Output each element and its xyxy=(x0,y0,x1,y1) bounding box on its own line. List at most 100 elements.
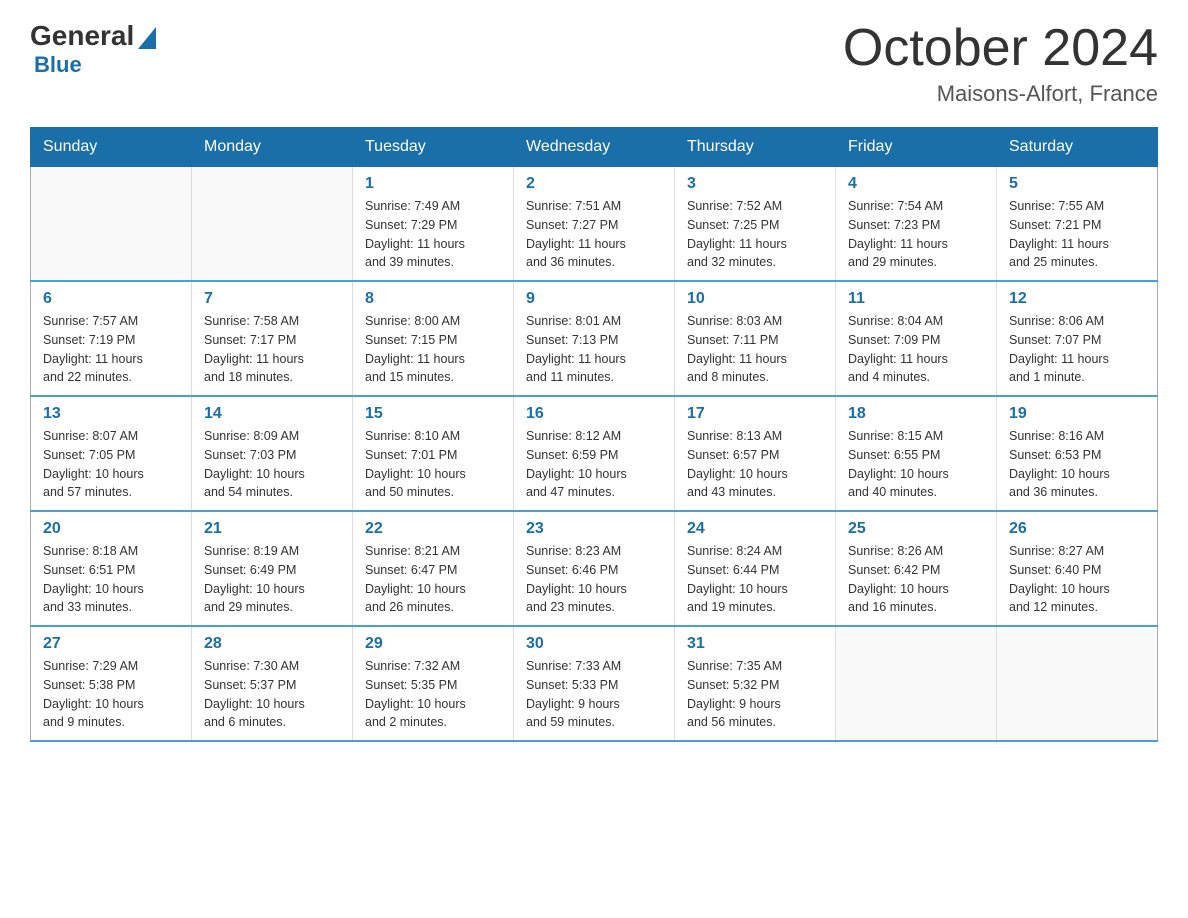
day-number: 29 xyxy=(365,635,501,653)
header-saturday: Saturday xyxy=(997,128,1158,167)
day-number: 25 xyxy=(848,520,984,538)
calendar-cell: 5 Sunrise: 7:55 AMSunset: 7:21 PMDaylight… xyxy=(997,167,1158,282)
weekday-header-row: SundayMondayTuesdayWednesdayThursdayFrid… xyxy=(31,128,1158,167)
calendar-cell: 26 Sunrise: 8:27 AMSunset: 6:40 PMDayligh… xyxy=(997,511,1158,626)
calendar-cell: 13 Sunrise: 8:07 AMSunset: 7:05 PMDayligh… xyxy=(31,396,192,511)
day-info: Sunrise: 8:23 AMSunset: 6:46 PMDaylight:… xyxy=(526,542,662,617)
day-number: 19 xyxy=(1009,405,1145,423)
day-number: 10 xyxy=(687,290,823,308)
calendar-cell: 3 Sunrise: 7:52 AMSunset: 7:25 PMDaylight… xyxy=(675,167,836,282)
calendar-cell: 31 Sunrise: 7:35 AMSunset: 5:32 PMDayligh… xyxy=(675,626,836,741)
week-row-4: 20 Sunrise: 8:18 AMSunset: 6:51 PMDayligh… xyxy=(31,511,1158,626)
header-sunday: Sunday xyxy=(31,128,192,167)
day-info: Sunrise: 8:21 AMSunset: 6:47 PMDaylight:… xyxy=(365,542,501,617)
calendar-cell: 28 Sunrise: 7:30 AMSunset: 5:37 PMDayligh… xyxy=(192,626,353,741)
day-info: Sunrise: 7:32 AMSunset: 5:35 PMDaylight:… xyxy=(365,657,501,732)
calendar-cell: 30 Sunrise: 7:33 AMSunset: 5:33 PMDayligh… xyxy=(514,626,675,741)
calendar-cell: 29 Sunrise: 7:32 AMSunset: 5:35 PMDayligh… xyxy=(353,626,514,741)
location-subtitle: Maisons-Alfort, France xyxy=(843,81,1158,107)
calendar-cell: 1 Sunrise: 7:49 AMSunset: 7:29 PMDaylight… xyxy=(353,167,514,282)
day-info: Sunrise: 8:13 AMSunset: 6:57 PMDaylight:… xyxy=(687,427,823,502)
calendar-cell: 12Sunrise: 8:06 AMSunset: 7:07 PMDayligh… xyxy=(997,281,1158,396)
day-info: Sunrise: 7:54 AMSunset: 7:23 PMDaylight:… xyxy=(848,197,984,272)
calendar-cell: 24 Sunrise: 8:24 AMSunset: 6:44 PMDayligh… xyxy=(675,511,836,626)
day-number: 13 xyxy=(43,405,179,423)
calendar-cell: 4Sunrise: 7:54 AMSunset: 7:23 PMDaylight… xyxy=(836,167,997,282)
header-thursday: Thursday xyxy=(675,128,836,167)
calendar-cell: 11Sunrise: 8:04 AMSunset: 7:09 PMDayligh… xyxy=(836,281,997,396)
calendar-cell xyxy=(192,167,353,282)
calendar-cell: 15 Sunrise: 8:10 AMSunset: 7:01 PMDayligh… xyxy=(353,396,514,511)
calendar-cell: 23 Sunrise: 8:23 AMSunset: 6:46 PMDayligh… xyxy=(514,511,675,626)
day-number: 28 xyxy=(204,635,340,653)
calendar-cell: 21 Sunrise: 8:19 AMSunset: 6:49 PMDayligh… xyxy=(192,511,353,626)
day-number: 26 xyxy=(1009,520,1145,538)
day-number: 23 xyxy=(526,520,662,538)
day-info: Sunrise: 8:00 AMSunset: 7:15 PMDaylight:… xyxy=(365,312,501,387)
day-info: Sunrise: 8:03 AMSunset: 7:11 PMDaylight:… xyxy=(687,312,823,387)
day-number: 3 xyxy=(687,175,823,193)
day-number: 22 xyxy=(365,520,501,538)
day-info: Sunrise: 8:27 AMSunset: 6:40 PMDaylight:… xyxy=(1009,542,1145,617)
calendar-cell: 7 Sunrise: 7:58 AMSunset: 7:17 PMDaylight… xyxy=(192,281,353,396)
day-number: 21 xyxy=(204,520,340,538)
day-info: Sunrise: 7:30 AMSunset: 5:37 PMDaylight:… xyxy=(204,657,340,732)
day-number: 9 xyxy=(526,290,662,308)
day-info: Sunrise: 8:09 AMSunset: 7:03 PMDaylight:… xyxy=(204,427,340,502)
day-number: 27 xyxy=(43,635,179,653)
calendar-cell: 27 Sunrise: 7:29 AMSunset: 5:38 PMDayligh… xyxy=(31,626,192,741)
day-number: 20 xyxy=(43,520,179,538)
day-info: Sunrise: 7:57 AMSunset: 7:19 PMDaylight:… xyxy=(43,312,179,387)
week-row-1: 1 Sunrise: 7:49 AMSunset: 7:29 PMDaylight… xyxy=(31,167,1158,282)
day-info: Sunrise: 8:07 AMSunset: 7:05 PMDaylight:… xyxy=(43,427,179,502)
day-info: Sunrise: 8:06 AMSunset: 7:07 PMDaylight:… xyxy=(1009,312,1145,387)
day-info: Sunrise: 8:10 AMSunset: 7:01 PMDaylight:… xyxy=(365,427,501,502)
calendar-cell: 18Sunrise: 8:15 AMSunset: 6:55 PMDayligh… xyxy=(836,396,997,511)
day-number: 16 xyxy=(526,405,662,423)
header-tuesday: Tuesday xyxy=(353,128,514,167)
day-info: Sunrise: 8:18 AMSunset: 6:51 PMDaylight:… xyxy=(43,542,179,617)
calendar-cell: 8Sunrise: 8:00 AMSunset: 7:15 PMDaylight… xyxy=(353,281,514,396)
day-number: 1 xyxy=(365,175,501,193)
day-info: Sunrise: 8:16 AMSunset: 6:53 PMDaylight:… xyxy=(1009,427,1145,502)
logo-general: General xyxy=(30,20,134,52)
calendar-header: SundayMondayTuesdayWednesdayThursdayFrid… xyxy=(31,128,1158,167)
page-header: General Blue October 2024 Maisons-Alfort… xyxy=(30,20,1158,107)
header-wednesday: Wednesday xyxy=(514,128,675,167)
day-info: Sunrise: 7:51 AMSunset: 7:27 PMDaylight:… xyxy=(526,197,662,272)
calendar-cell: 17Sunrise: 8:13 AMSunset: 6:57 PMDayligh… xyxy=(675,396,836,511)
day-info: Sunrise: 8:01 AMSunset: 7:13 PMDaylight:… xyxy=(526,312,662,387)
calendar-cell: 25 Sunrise: 8:26 AMSunset: 6:42 PMDayligh… xyxy=(836,511,997,626)
day-info: Sunrise: 7:29 AMSunset: 5:38 PMDaylight:… xyxy=(43,657,179,732)
day-number: 5 xyxy=(1009,175,1145,193)
calendar-cell: 22 Sunrise: 8:21 AMSunset: 6:47 PMDayligh… xyxy=(353,511,514,626)
day-info: Sunrise: 8:12 AMSunset: 6:59 PMDaylight:… xyxy=(526,427,662,502)
day-info: Sunrise: 8:19 AMSunset: 6:49 PMDaylight:… xyxy=(204,542,340,617)
calendar-cell: 16 Sunrise: 8:12 AMSunset: 6:59 PMDayligh… xyxy=(514,396,675,511)
day-info: Sunrise: 7:55 AMSunset: 7:21 PMDaylight:… xyxy=(1009,197,1145,272)
day-info: Sunrise: 7:49 AMSunset: 7:29 PMDaylight:… xyxy=(365,197,501,272)
day-number: 30 xyxy=(526,635,662,653)
day-info: Sunrise: 7:52 AMSunset: 7:25 PMDaylight:… xyxy=(687,197,823,272)
day-info: Sunrise: 7:35 AMSunset: 5:32 PMDaylight:… xyxy=(687,657,823,732)
day-number: 24 xyxy=(687,520,823,538)
header-monday: Monday xyxy=(192,128,353,167)
calendar-cell xyxy=(836,626,997,741)
calendar-cell: 9 Sunrise: 8:01 AMSunset: 7:13 PMDaylight… xyxy=(514,281,675,396)
day-info: Sunrise: 7:33 AMSunset: 5:33 PMDaylight:… xyxy=(526,657,662,732)
day-number: 31 xyxy=(687,635,823,653)
day-number: 15 xyxy=(365,405,501,423)
calendar-cell: 14 Sunrise: 8:09 AMSunset: 7:03 PMDayligh… xyxy=(192,396,353,511)
calendar-table: SundayMondayTuesdayWednesdayThursdayFrid… xyxy=(30,127,1158,742)
day-number: 14 xyxy=(204,405,340,423)
calendar-cell: 10 Sunrise: 8:03 AMSunset: 7:11 PMDayligh… xyxy=(675,281,836,396)
day-info: Sunrise: 8:24 AMSunset: 6:44 PMDaylight:… xyxy=(687,542,823,617)
day-number: 6 xyxy=(43,290,179,308)
day-info: Sunrise: 8:04 AMSunset: 7:09 PMDaylight:… xyxy=(848,312,984,387)
week-row-5: 27 Sunrise: 7:29 AMSunset: 5:38 PMDayligh… xyxy=(31,626,1158,741)
day-info: Sunrise: 7:58 AMSunset: 7:17 PMDaylight:… xyxy=(204,312,340,387)
day-number: 7 xyxy=(204,290,340,308)
day-info: Sunrise: 8:26 AMSunset: 6:42 PMDaylight:… xyxy=(848,542,984,617)
calendar-cell xyxy=(31,167,192,282)
calendar-cell: 2Sunrise: 7:51 AMSunset: 7:27 PMDaylight… xyxy=(514,167,675,282)
